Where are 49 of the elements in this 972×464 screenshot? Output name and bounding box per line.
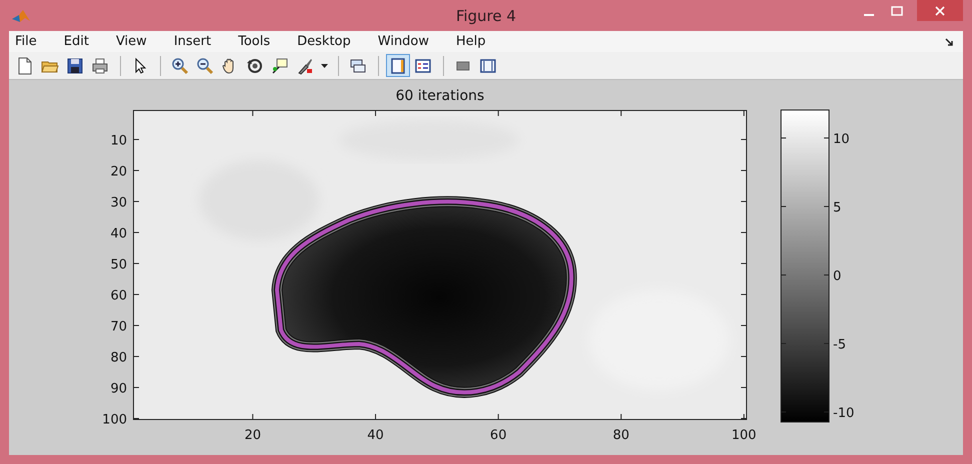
y-tick-label: 100 <box>102 412 127 428</box>
menu-item[interactable]: Insert <box>174 34 212 49</box>
y-tick-label: 30 <box>110 195 127 210</box>
close-icon <box>935 6 945 16</box>
data-cursor-icon <box>271 56 289 74</box>
menu-item[interactable]: Desktop <box>297 34 351 49</box>
minimize-icon <box>864 14 874 16</box>
close-button[interactable] <box>917 0 963 21</box>
panel-icon <box>479 56 497 74</box>
x-tick-label: 40 <box>367 428 384 443</box>
menu-item[interactable]: Window <box>378 34 430 49</box>
window-title: Figure 4 <box>456 7 516 25</box>
legend-icon <box>414 56 432 74</box>
y-tick-label: 40 <box>110 226 127 242</box>
zoom-in-icon <box>171 56 189 74</box>
brush-icon <box>296 56 314 74</box>
rotate-icon <box>246 56 264 74</box>
colorbar-button[interactable] <box>386 54 410 77</box>
y-tick-label: 10 <box>110 133 127 148</box>
x-tick-label: 20 <box>244 428 261 443</box>
printer-icon <box>91 56 109 74</box>
menu-item[interactable]: View <box>116 34 147 49</box>
colorbar-tick-label: -5 <box>833 338 846 352</box>
page-icon <box>16 56 34 74</box>
colorbar-icon <box>389 56 407 74</box>
axes-title: 60 iterations <box>396 88 484 104</box>
y-tick-label: 20 <box>110 164 127 180</box>
menu-item[interactable]: Help <box>456 34 486 49</box>
maximize-icon <box>891 6 903 16</box>
zoom-out-icon <box>196 56 214 74</box>
colorbar-tick-label: 10 <box>833 132 850 147</box>
colorbar-tick-label: 5 <box>833 200 842 216</box>
y-tick-label: 60 <box>110 288 127 304</box>
x-tick-label: 100 <box>732 428 756 443</box>
x-tick-label: 80 <box>612 428 630 443</box>
menu-item[interactable]: Tools <box>238 34 270 49</box>
link-icon <box>349 56 367 74</box>
y-tick-label: 70 <box>110 319 127 334</box>
y-tick-label: 50 <box>110 257 127 272</box>
x-tick-label: 60 <box>490 428 507 443</box>
menu-item[interactable]: Edit <box>64 34 89 49</box>
colorbar-tick-label: 0 <box>833 269 842 284</box>
colorbar-tick-label: -10 <box>833 406 854 421</box>
caret-icon <box>320 64 328 68</box>
y-tick-label: 90 <box>110 381 127 396</box>
app-icon <box>11 8 31 24</box>
y-tick-label: 80 <box>110 350 127 366</box>
dock-arrow-icon[interactable] <box>945 36 955 46</box>
menu-item[interactable]: File <box>15 34 37 49</box>
